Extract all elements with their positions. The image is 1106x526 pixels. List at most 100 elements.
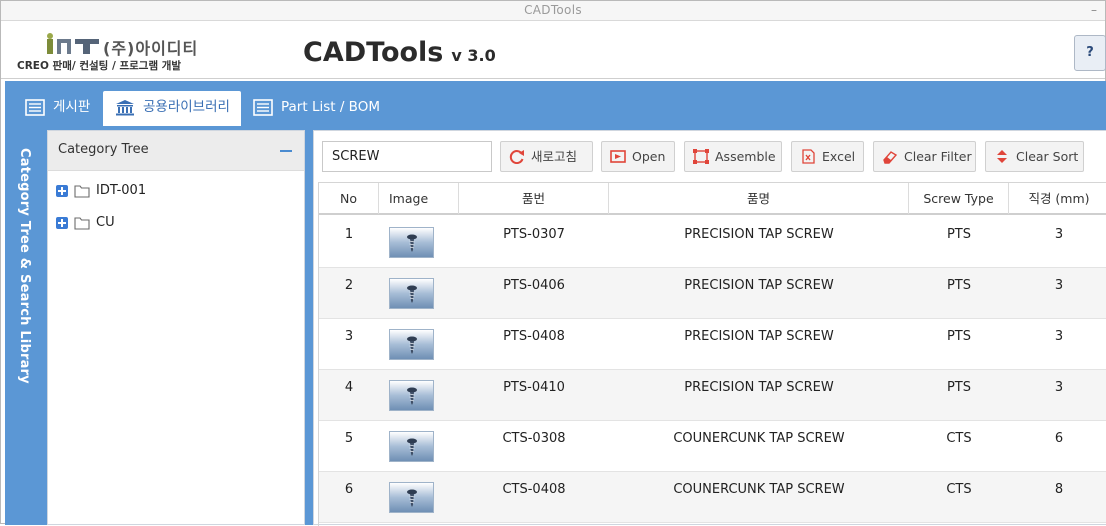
cell-diameter: 8 bbox=[1054, 482, 1064, 497]
cell-screw-type: PTS bbox=[946, 380, 972, 395]
help-button[interactable]: ? bbox=[1074, 35, 1106, 71]
open-button[interactable]: Open bbox=[601, 141, 675, 172]
title-bar: CADTools – bbox=[1, 1, 1105, 21]
category-tree-header: Category Tree bbox=[48, 131, 304, 171]
cell-no: 3 bbox=[344, 329, 354, 344]
tab-common-library[interactable]: 공용라이브러리 bbox=[103, 91, 241, 126]
assemble-icon bbox=[693, 149, 709, 164]
assemble-button-label: Assemble bbox=[715, 149, 776, 164]
part-thumbnail[interactable] bbox=[389, 278, 434, 309]
open-icon bbox=[610, 150, 626, 163]
cell-screw-type: CTS bbox=[946, 431, 972, 446]
cell-part-name: PRECISION TAP SCREW bbox=[684, 380, 834, 395]
part-thumbnail[interactable] bbox=[389, 227, 434, 258]
sidebar-rail[interactable]: Category Tree & Search Library bbox=[9, 130, 45, 525]
table-row[interactable]: 4 PTS-0410 PRECISION TAP SCREW PTS 3 bbox=[319, 370, 1106, 421]
cell-part-name: PRECISION TAP SCREW bbox=[684, 329, 834, 344]
app-window: CADTools – (주)아이디티 CREO 판매/ 컨설팅 / 프로그램 개… bbox=[0, 0, 1106, 526]
library-workspace: Category Tree & Search Library Category … bbox=[5, 126, 1106, 526]
expand-plus-icon[interactable] bbox=[56, 185, 68, 197]
column-header-image[interactable]: Image bbox=[379, 183, 459, 214]
screw-icon bbox=[407, 387, 417, 405]
cell-screw-type: PTS bbox=[946, 227, 972, 242]
screw-icon bbox=[407, 234, 417, 252]
excel-button[interactable]: Excel bbox=[791, 141, 864, 172]
tab-common-library-label: 공용라이브러리 bbox=[143, 99, 230, 115]
refresh-icon bbox=[509, 150, 524, 164]
search-results-panel: 새로고침 Open Assemble bbox=[313, 130, 1106, 526]
clear-sort-button[interactable]: Clear Sort bbox=[985, 141, 1084, 172]
cell-part-name: PRECISION TAP SCREW bbox=[684, 227, 834, 242]
table-row[interactable]: 5 CTS-0308 COUNERCUNK TAP SCREW CTS 6 bbox=[319, 421, 1106, 472]
column-header-part-number[interactable]: 품번 bbox=[459, 183, 609, 214]
cell-screw-type: PTS bbox=[946, 278, 972, 293]
column-header-no[interactable]: No bbox=[319, 183, 379, 214]
screw-icon bbox=[407, 489, 417, 507]
collapse-icon[interactable] bbox=[280, 150, 292, 152]
cell-no: 5 bbox=[344, 431, 354, 446]
expand-plus-icon[interactable] bbox=[56, 217, 68, 229]
folder-icon bbox=[74, 217, 90, 230]
clear-sort-button-label: Clear Sort bbox=[1016, 149, 1079, 164]
excel-button-label: Excel bbox=[822, 149, 856, 164]
open-button-label: Open bbox=[632, 149, 666, 164]
idt-logo-icon bbox=[47, 33, 99, 54]
search-input[interactable] bbox=[322, 141, 492, 172]
cell-no: 6 bbox=[344, 482, 354, 497]
company-name: (주)아이디티 bbox=[103, 39, 199, 58]
cell-part-number: PTS-0408 bbox=[503, 329, 565, 344]
cell-diameter: 3 bbox=[1054, 278, 1064, 293]
cell-diameter: 3 bbox=[1054, 329, 1064, 344]
app-version: v 3.0 bbox=[451, 46, 496, 65]
screw-icon bbox=[407, 438, 417, 456]
company-logo: (주)아이디티 CREO 판매/ 컨설팅 / 프로그램 개발 bbox=[15, 31, 265, 75]
board-icon bbox=[25, 99, 45, 116]
cell-part-number: CTS-0308 bbox=[502, 431, 566, 446]
minimize-button[interactable]: – bbox=[1091, 1, 1097, 20]
folder-icon bbox=[74, 185, 90, 198]
app-header: (주)아이디티 CREO 판매/ 컨설팅 / 프로그램 개발 CADTools v… bbox=[1, 21, 1106, 79]
column-header-part-name[interactable]: 품명 bbox=[609, 183, 909, 214]
column-header-screw-type[interactable]: Screw Type bbox=[909, 183, 1009, 214]
cell-no: 2 bbox=[344, 278, 354, 293]
list-icon bbox=[253, 99, 273, 116]
refresh-button-label: 새로고침 bbox=[531, 149, 578, 164]
clear-filter-button[interactable]: Clear Filter bbox=[873, 141, 976, 172]
cell-diameter: 3 bbox=[1054, 380, 1064, 395]
tab-part-list-bom-label: Part List / BOM bbox=[281, 99, 380, 115]
category-tree-panel: Category Tree IDT-001 CU bbox=[47, 130, 305, 525]
tab-board[interactable]: 게시판 bbox=[13, 91, 107, 126]
clear-filter-button-label: Clear Filter bbox=[904, 149, 972, 164]
assemble-button[interactable]: Assemble bbox=[684, 141, 782, 172]
part-thumbnail[interactable] bbox=[389, 431, 434, 462]
part-thumbnail[interactable] bbox=[389, 380, 434, 411]
table-row[interactable]: 6 CTS-0408 COUNERCUNK TAP SCREW CTS 8 bbox=[319, 472, 1106, 523]
cell-part-number: PTS-0307 bbox=[503, 227, 565, 242]
cell-screw-type: CTS bbox=[946, 482, 972, 497]
parts-table: No Image 품번 품명 Screw Type 직경 (mm) 1 PTS-… bbox=[318, 182, 1106, 526]
sort-icon bbox=[997, 150, 1007, 163]
table-row[interactable]: 1 PTS-0307 PRECISION TAP SCREW PTS 3 bbox=[319, 217, 1106, 268]
cell-part-number: CTS-0408 bbox=[502, 482, 566, 497]
tree-item-label: CU bbox=[96, 215, 115, 230]
column-header-diameter[interactable]: 직경 (mm) bbox=[1009, 183, 1106, 214]
table-row[interactable]: 2 PTS-0406 PRECISION TAP SCREW PTS 3 bbox=[319, 268, 1106, 319]
app-title-text: CADTools bbox=[303, 37, 444, 68]
cell-diameter: 6 bbox=[1054, 431, 1064, 446]
tree-item-label: IDT-001 bbox=[96, 183, 147, 198]
cell-no: 1 bbox=[344, 227, 354, 242]
excel-icon bbox=[802, 149, 815, 164]
table-row[interactable]: 3 PTS-0408 PRECISION TAP SCREW PTS 3 bbox=[319, 319, 1106, 370]
cell-diameter: 3 bbox=[1054, 227, 1064, 242]
category-tree-title: Category Tree bbox=[58, 142, 149, 157]
cell-part-name: PRECISION TAP SCREW bbox=[684, 278, 834, 293]
part-thumbnail[interactable] bbox=[389, 329, 434, 360]
part-thumbnail[interactable] bbox=[389, 482, 434, 513]
eraser-icon bbox=[883, 151, 898, 164]
tab-part-list-bom[interactable]: Part List / BOM bbox=[241, 91, 381, 126]
main-tab-bar: 게시판 공용라이브러리 Part List / BOM bbox=[5, 81, 1106, 126]
refresh-button[interactable]: 새로고침 bbox=[500, 141, 593, 172]
cell-part-name: COUNERCUNK TAP SCREW bbox=[673, 431, 845, 446]
company-tagline: CREO 판매/ 컨설팅 / 프로그램 개발 bbox=[17, 60, 182, 72]
window-title: CADTools bbox=[524, 3, 582, 17]
